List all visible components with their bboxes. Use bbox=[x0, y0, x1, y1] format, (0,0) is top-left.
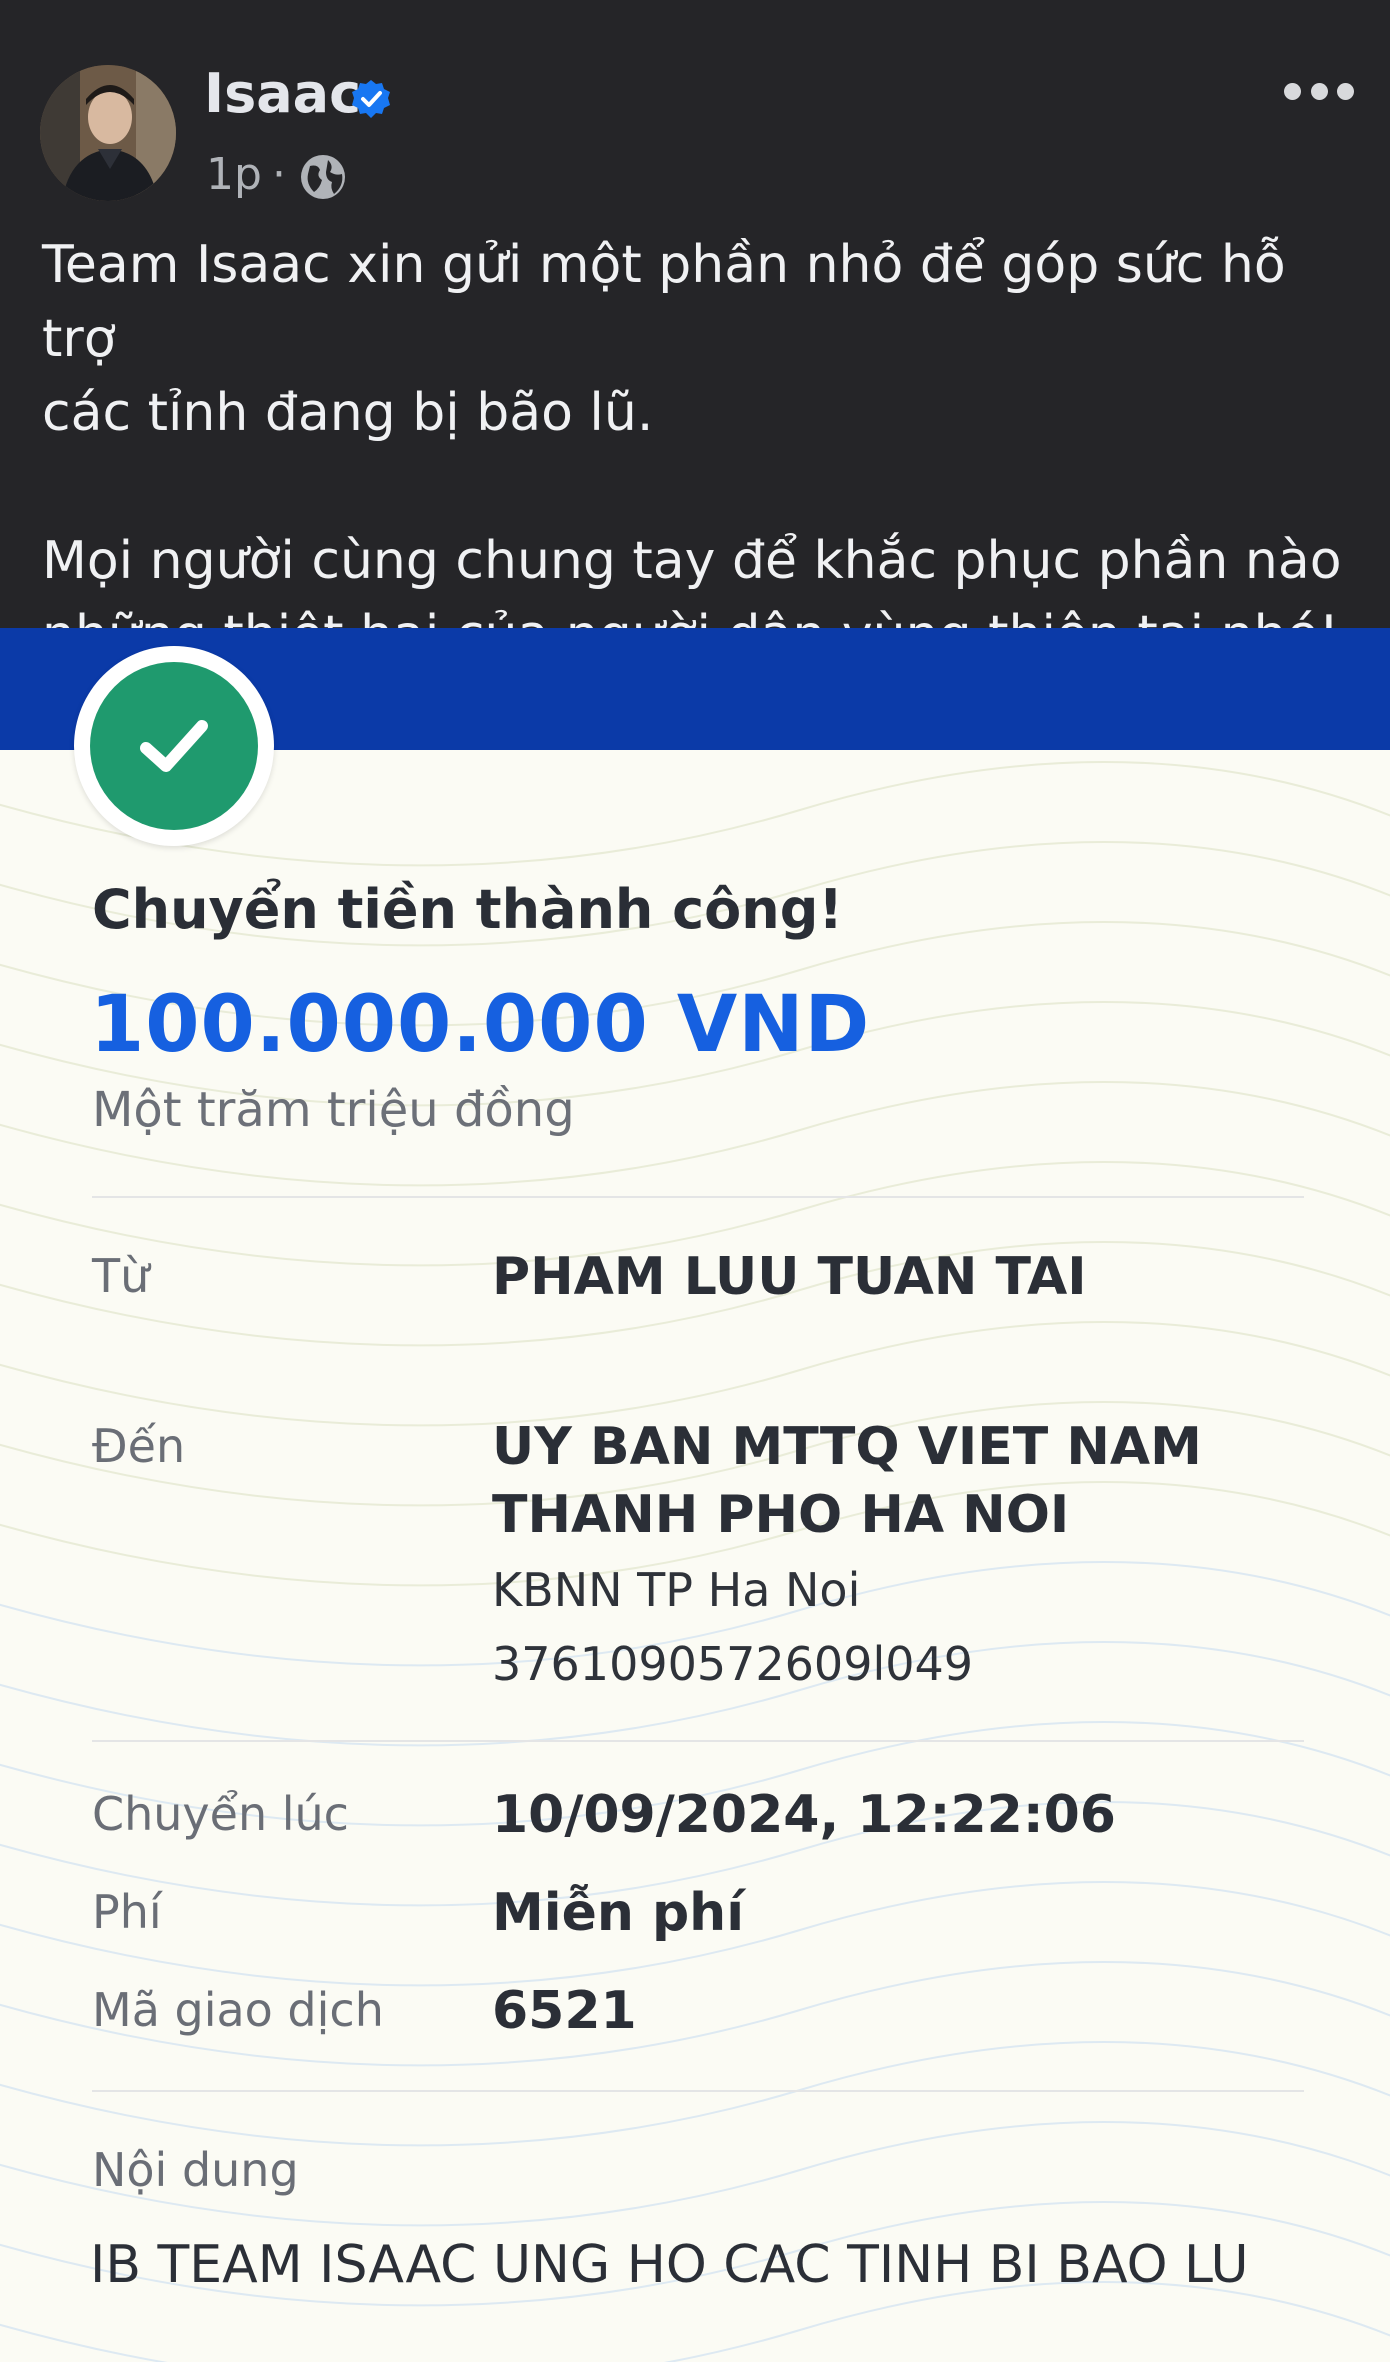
more-dot bbox=[1337, 82, 1354, 100]
content-label: Nội dung bbox=[92, 2143, 299, 2197]
to-name-line-2: THANH PHO HA NOI bbox=[492, 1485, 1070, 1545]
globe-icon[interactable] bbox=[298, 152, 348, 202]
from-value: PHAM LUU TUAN TAI bbox=[492, 1247, 1087, 1307]
post-meta: 1p · bbox=[206, 145, 348, 205]
to-account-number: 3761090572609l049 bbox=[492, 1637, 974, 1691]
fee-value: Miễn phí bbox=[492, 1883, 745, 1943]
from-label: Từ bbox=[92, 1249, 150, 1303]
more-dot bbox=[1310, 82, 1328, 100]
content-value: IB TEAM ISAAC UNG HO CAC TINH BI BAO LU bbox=[90, 2235, 1249, 2295]
to-name-line-1: UY BAN MTTQ VIET NAM bbox=[492, 1417, 1202, 1477]
time-value: 10/09/2024, 12:22:06 bbox=[492, 1785, 1116, 1845]
to-bank: KBNN TP Ha Noi bbox=[492, 1563, 861, 1617]
divider bbox=[92, 1740, 1304, 1742]
transaction-id-label: Mã giao dịch bbox=[92, 1983, 384, 2037]
meta-separator: · bbox=[271, 149, 286, 200]
success-title: Chuyển tiền thành công! bbox=[92, 878, 843, 941]
fee-label: Phí bbox=[92, 1885, 162, 1939]
verified-badge-icon bbox=[352, 80, 390, 118]
transfer-amount: 100.000.000 VND bbox=[90, 980, 871, 1070]
more-options-icon[interactable] bbox=[1284, 76, 1354, 106]
divider bbox=[92, 1196, 1304, 1198]
post-paragraph-1: Team Isaac xin gửi một phần nhỏ để góp s… bbox=[42, 235, 1286, 443]
facebook-post: Isaac 1p · Team Isaac xin gửi một phần n… bbox=[0, 0, 1390, 665]
post-time[interactable]: 1p bbox=[206, 145, 262, 205]
more-dot bbox=[1284, 82, 1301, 100]
avatar-image bbox=[40, 65, 176, 201]
time-label: Chuyển lúc bbox=[92, 1787, 349, 1841]
amount-in-words: Một trăm triệu đồng bbox=[92, 1082, 575, 1138]
divider bbox=[92, 2090, 1304, 2092]
transaction-id-value: 6521 bbox=[492, 1981, 637, 2041]
author-name[interactable]: Isaac bbox=[204, 62, 361, 126]
avatar[interactable] bbox=[40, 65, 176, 201]
to-label: Đến bbox=[92, 1419, 186, 1473]
post-text: Team Isaac xin gửi một phần nhỏ để góp s… bbox=[42, 228, 1362, 672]
check-circle-icon bbox=[74, 646, 274, 846]
